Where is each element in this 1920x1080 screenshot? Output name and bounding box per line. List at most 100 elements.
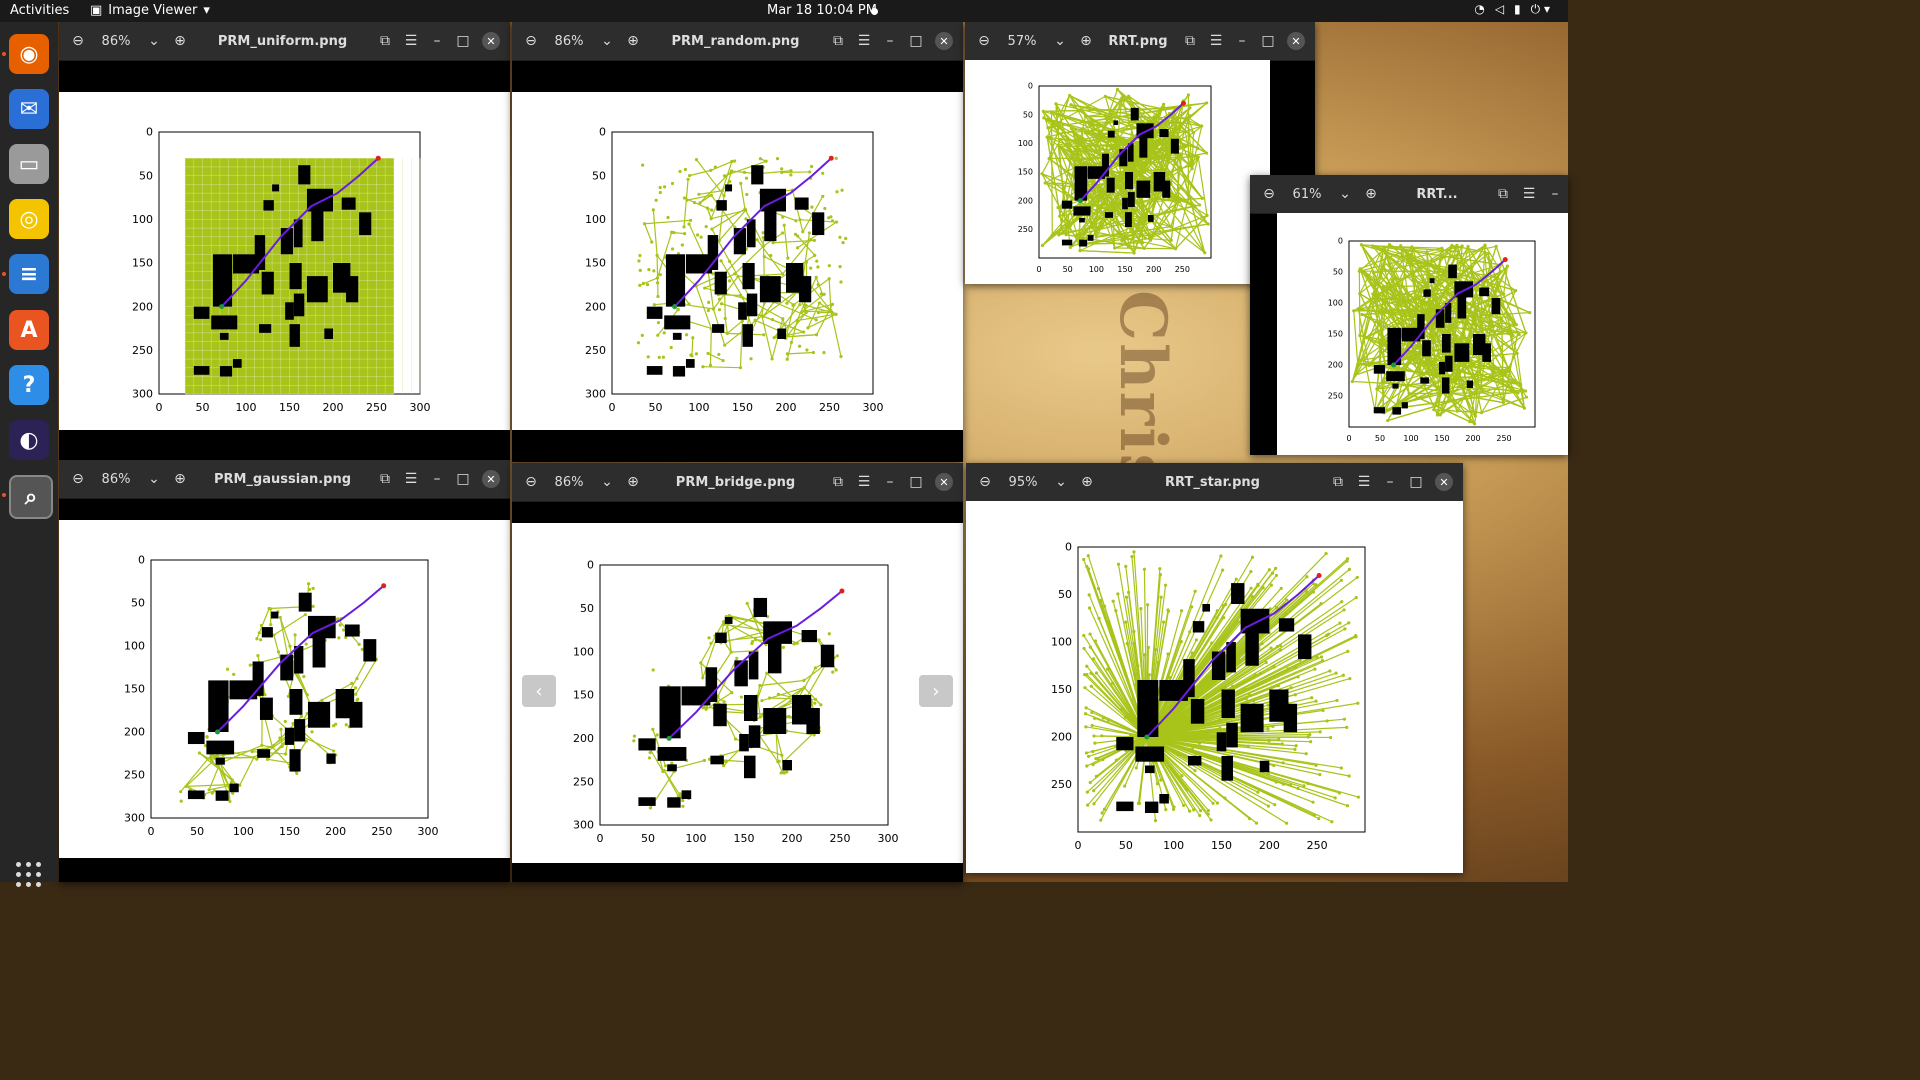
zoom-in-icon[interactable]: ⊕ — [167, 466, 193, 492]
headerbar[interactable]: ⊖ 95% ⌄ ⊕ RRT_star.png ⧉ ☰ – □ ✕ — [966, 463, 1463, 502]
writer-icon[interactable]: ≡ — [9, 254, 49, 294]
rhythmbox-icon[interactable]: ◎ — [9, 199, 49, 239]
menu-icon[interactable]: ☰ — [851, 28, 877, 54]
zoom-in-icon[interactable]: ⊕ — [1074, 469, 1100, 495]
headerbar[interactable]: ⊖ 86% ⌄ ⊕ PRM_random.png ⧉ ☰ – □ ✕ — [512, 22, 963, 61]
image-viewer-window-prm-gaussian[interactable]: ⊖ 86% ⌄ ⊕ PRM_gaussian.png ⧉ ☰ – □ ✕ 0 50 100 150 200 2… — [59, 460, 510, 882]
close-icon[interactable]: ✕ — [935, 32, 953, 50]
close-icon[interactable]: ✕ — [482, 32, 500, 50]
headerbar[interactable]: ⊖ 61% ⌄ ⊕ RRT... ⧉ ☰ – — [1250, 175, 1568, 214]
eclipse-icon[interactable]: ◐ — [9, 420, 49, 460]
obstacle — [1113, 120, 1119, 125]
zoom-out-icon[interactable]: ⊖ — [518, 469, 544, 495]
zoom-level[interactable]: 61% — [1282, 187, 1332, 202]
help-icon[interactable]: ? — [9, 365, 49, 405]
zoom-out-icon[interactable]: ⊖ — [518, 28, 544, 54]
zoom-in-icon[interactable]: ⊕ — [620, 28, 646, 54]
close-icon[interactable]: ✕ — [935, 473, 953, 491]
zoom-in-icon[interactable]: ⊕ — [1073, 28, 1099, 54]
menu-icon[interactable]: ☰ — [1203, 28, 1229, 54]
firefox-icon[interactable]: ◉ — [9, 34, 49, 74]
zoom-out-icon[interactable]: ⊖ — [65, 466, 91, 492]
thunderbird-icon[interactable]: ✉ — [9, 89, 49, 129]
headerbar[interactable]: ⊖ 57% ⌄ ⊕ RRT.png ⧉ ☰ – □ ✕ — [965, 22, 1315, 61]
zoom-out-icon[interactable]: ⊖ — [1256, 181, 1282, 207]
menu-icon[interactable]: ☰ — [1351, 469, 1377, 495]
menu-icon[interactable]: ☰ — [398, 466, 424, 492]
chevron-down-icon[interactable]: ⌄ — [141, 28, 167, 54]
maximize-icon[interactable]: □ — [450, 28, 476, 54]
image-viewer-window-prm-bridge[interactable]: ⊖ 86% ⌄ ⊕ PRM_bridge.png ⧉ ☰ – □ ✕ 0 50 100 150 200 250… — [512, 463, 963, 882]
graph-node — [638, 268, 642, 273]
image-viewer-window-prm-uniform[interactable]: ⊖ 86% ⌄ ⊕ PRM_uniform.png ⧉ ☰ – □ ✕ 0 50 100 150 200 25… — [59, 22, 510, 462]
headerbar[interactable]: ⊖ 86% ⌄ ⊕ PRM_bridge.png ⧉ ☰ – □ ✕ — [512, 463, 963, 502]
fullscreen-icon[interactable]: ⧉ — [1325, 469, 1351, 495]
zoom-in-icon[interactable]: ⊕ — [167, 28, 193, 54]
image-viewer-window-prm-random[interactable]: ⊖ 86% ⌄ ⊕ PRM_random.png ⧉ ☰ – □ ✕ 0 50 100 150 200 250… — [512, 22, 963, 462]
close-icon[interactable]: ✕ — [482, 470, 500, 488]
fullscreen-icon[interactable]: ⧉ — [825, 28, 851, 54]
zoom-in-icon[interactable]: ⊕ — [1358, 181, 1384, 207]
headerbar[interactable]: ⊖ 86% ⌄ ⊕ PRM_uniform.png ⧉ ☰ – □ ✕ — [59, 22, 510, 61]
chevron-down-icon[interactable]: ⌄ — [1048, 469, 1074, 495]
minimize-icon[interactable]: – — [424, 466, 450, 492]
zoom-level[interactable]: 86% — [91, 34, 141, 49]
close-icon[interactable]: ✕ — [1435, 473, 1453, 491]
x-tick-label: 150 — [734, 832, 755, 845]
zoom-level[interactable]: 57% — [997, 34, 1047, 49]
chevron-down-icon[interactable]: ⌄ — [1332, 181, 1358, 207]
system-tray[interactable]: ◔ ◁ ▮ ⏻ ▾ — [1474, 2, 1550, 17]
fullscreen-icon[interactable]: ⧉ — [825, 469, 851, 495]
chevron-down-icon[interactable]: ⌄ — [141, 466, 167, 492]
next-image-button[interactable]: › — [919, 675, 953, 707]
headerbar[interactable]: ⊖ 86% ⌄ ⊕ PRM_gaussian.png ⧉ ☰ – □ ✕ — [59, 460, 510, 499]
maximize-icon[interactable]: □ — [1255, 28, 1281, 54]
app-menu[interactable]: ▣ Image Viewer ▾ — [90, 3, 210, 18]
previous-image-button[interactable]: ‹ — [522, 675, 556, 707]
minimize-icon[interactable]: – — [1542, 181, 1568, 207]
x-tick-label: 50 — [641, 832, 655, 845]
close-icon[interactable]: ✕ — [1287, 32, 1305, 50]
zoom-out-icon[interactable]: ⊖ — [972, 469, 998, 495]
zoom-in-icon[interactable]: ⊕ — [620, 469, 646, 495]
zoom-level[interactable]: 86% — [544, 34, 594, 49]
show-applications-icon[interactable] — [16, 862, 42, 888]
maximize-icon[interactable]: □ — [903, 28, 929, 54]
fullscreen-icon[interactable]: ⧉ — [1177, 28, 1203, 54]
maximize-icon[interactable]: □ — [1403, 469, 1429, 495]
maximize-icon[interactable]: □ — [903, 469, 929, 495]
zoom-level[interactable]: 86% — [544, 475, 594, 490]
clock[interactable]: Mar 18 10:04 PM — [767, 3, 877, 18]
activities-button[interactable]: Activities — [10, 3, 69, 18]
menu-icon[interactable]: ☰ — [1516, 181, 1542, 207]
minimize-icon[interactable]: – — [424, 28, 450, 54]
menu-icon[interactable]: ☰ — [398, 28, 424, 54]
chevron-down-icon[interactable]: ⌄ — [594, 28, 620, 54]
obstacle — [715, 632, 727, 643]
image-viewer-window-rrt-small[interactable]: ⊖ 61% ⌄ ⊕ RRT... ⧉ ☰ – 0 50 100 150 200 250 0 50 100 150 2… — [1250, 175, 1568, 455]
files-icon[interactable]: ▭ — [9, 144, 49, 184]
graph-node — [1267, 739, 1271, 743]
menu-icon[interactable]: ☰ — [851, 469, 877, 495]
x-tick-label: 50 — [190, 825, 204, 838]
fullscreen-icon[interactable]: ⧉ — [372, 28, 398, 54]
graph-node — [797, 344, 802, 348]
power-icon: ⏻ ▾ — [1530, 2, 1550, 16]
zoom-level[interactable]: 86% — [91, 472, 141, 487]
minimize-icon[interactable]: – — [877, 469, 903, 495]
software-icon[interactable]: A — [9, 310, 49, 350]
minimize-icon[interactable]: – — [877, 28, 903, 54]
image-viewer-icon[interactable]: ⌕ — [9, 475, 53, 519]
zoom-out-icon[interactable]: ⊖ — [971, 28, 997, 54]
zoom-out-icon[interactable]: ⊖ — [65, 28, 91, 54]
fullscreen-icon[interactable]: ⧉ — [1490, 181, 1516, 207]
minimize-icon[interactable]: – — [1377, 469, 1403, 495]
chevron-down-icon[interactable]: ⌄ — [594, 469, 620, 495]
chevron-down-icon[interactable]: ⌄ — [1047, 28, 1073, 54]
maximize-icon[interactable]: □ — [450, 466, 476, 492]
zoom-level[interactable]: 95% — [998, 475, 1048, 490]
x-tick-label: 50 — [1375, 434, 1385, 443]
fullscreen-icon[interactable]: ⧉ — [372, 466, 398, 492]
minimize-icon[interactable]: – — [1229, 28, 1255, 54]
image-viewer-window-rrt-star[interactable]: ⊖ 95% ⌄ ⊕ RRT_star.png ⧉ ☰ – □ ✕ 0 50 100 150 200 250 0 5… — [966, 463, 1463, 873]
